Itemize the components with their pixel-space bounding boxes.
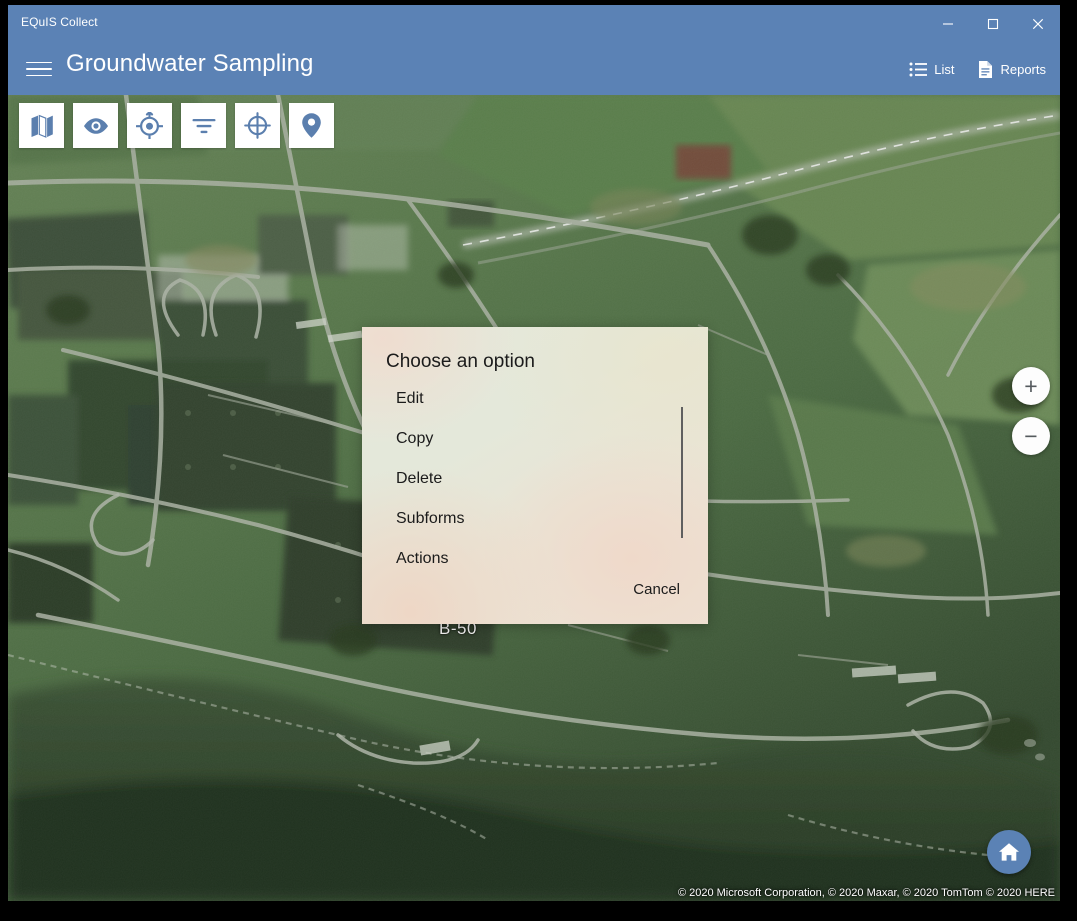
list-button-label: List [934,62,954,77]
crosshair-icon [244,112,271,139]
dialog-title: Choose an option [386,351,535,373]
dialog-option-delete[interactable]: Delete [362,459,708,499]
eye-icon [82,116,110,136]
dialog-option-edit[interactable]: Edit [362,379,708,419]
dialog-option-subforms[interactable]: Subforms [362,499,708,539]
maximize-button[interactable] [970,5,1015,43]
cancel-button[interactable]: Cancel [627,577,686,602]
title-bar: EQuIS Collect [8,5,1060,43]
map-toolbar [19,103,334,148]
map-pin-icon [301,112,322,139]
header-actions: List Reports [905,43,1050,95]
minimize-button[interactable] [925,5,970,43]
application-window: EQuIS Collect [8,5,1060,901]
list-button[interactable]: List [905,57,958,82]
window-controls [925,5,1060,43]
hamburger-line [26,75,52,77]
maximize-icon [987,18,999,30]
home-button[interactable] [987,830,1031,874]
app-header: Groundwater Sampling List [8,43,1060,95]
hamburger-line [26,62,52,64]
close-icon [1032,18,1044,30]
close-button[interactable] [1015,5,1060,43]
filter-button[interactable] [181,103,226,148]
dialog-option-list: Edit Copy Delete Subforms Actions [362,379,708,579]
choose-option-dialog: Choose an option Edit Copy Delete Subfor… [362,327,708,624]
map-attribution: © 2020 Microsoft Corporation, © 2020 Max… [678,887,1055,899]
page-title: Groundwater Sampling [66,50,313,78]
dialog-scrollbar[interactable] [681,407,683,538]
reports-button[interactable]: Reports [974,55,1050,84]
list-icon [909,62,927,77]
zoom-out-button[interactable]: − [1012,417,1050,455]
locate-me-button[interactable] [127,103,172,148]
map-icon [29,113,55,139]
map-view[interactable]: B-50 [8,95,1060,901]
home-icon [997,840,1021,864]
dialog-option-actions[interactable]: Actions [362,539,708,579]
center-target-button[interactable] [235,103,280,148]
hamburger-menu-icon[interactable] [23,55,55,83]
filter-icon [191,116,217,136]
document-icon [978,60,993,79]
zoom-in-button[interactable]: + [1012,367,1050,405]
basemap-button[interactable] [19,103,64,148]
hamburger-line [26,68,52,70]
dialog-option-copy[interactable]: Copy [362,419,708,459]
minimize-icon [942,18,954,30]
window-title: EQuIS Collect [21,15,98,29]
zoom-controls: + − [1012,367,1050,455]
reports-button-label: Reports [1000,62,1046,77]
gps-locate-icon [136,112,163,139]
visibility-button[interactable] [73,103,118,148]
add-location-button[interactable] [289,103,334,148]
